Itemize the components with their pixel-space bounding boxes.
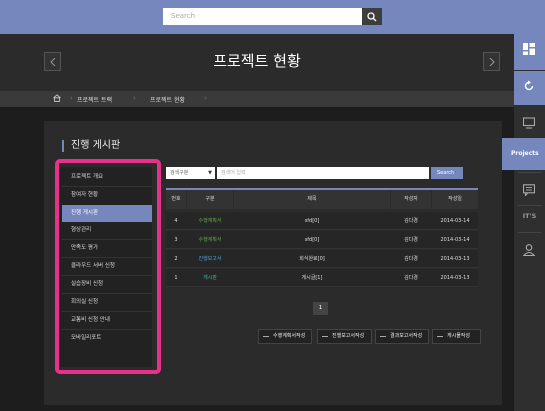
highlight-box [55, 159, 161, 374]
monitor-icon [523, 117, 535, 129]
chevron-right-icon [489, 58, 495, 66]
header-type: 구분 [205, 196, 215, 202]
cell-no: 3 [174, 237, 178, 243]
refresh-button[interactable] [514, 71, 545, 105]
breadcrumb-separator: › [70, 94, 73, 102]
cell-title-link[interactable]: 회식완료[0] [234, 250, 390, 268]
write-post-button[interactable]: 게시물작성 [432, 329, 481, 344]
cell-type: 진행보고서 [198, 256, 222, 262]
write-result-report-button[interactable]: 결과보고서작성 [375, 329, 429, 344]
projects-label: Projects [511, 150, 539, 157]
search-button[interactable] [362, 8, 382, 25]
prev-arrow-button[interactable] [44, 52, 61, 71]
message-button[interactable] [514, 175, 545, 207]
header-no: 번호 [171, 196, 181, 202]
message-icon [523, 184, 535, 196]
breadcrumb-item-status[interactable]: 프로젝트 현황 [150, 95, 185, 104]
write-plan-button[interactable]: 수행계획서작성 [258, 329, 312, 344]
header-date: 작성일 [448, 196, 462, 202]
dashboard-icon [523, 43, 535, 55]
page-button-current[interactable]: 1 [313, 302, 328, 315]
cell-no: 2 [174, 256, 178, 262]
cell-no: 4 [174, 218, 178, 224]
cell-title-link[interactable]: sfd[0] [234, 212, 390, 230]
board-title: 진행 게시판 [62, 140, 120, 152]
cell-type: 게시판 [203, 275, 217, 281]
home-icon[interactable] [53, 94, 61, 102]
refresh-icon [524, 80, 534, 91]
breadcrumb-separator: › [133, 94, 136, 102]
cell-author: 김다경 [404, 218, 418, 224]
cell-author: 김다경 [404, 256, 418, 262]
cell-title-link[interactable]: sfd[0] [234, 231, 390, 249]
page: Search 프로젝트 현황 › 프로젝트 트랙 › 프로젝트 현황 › Pro… [0, 0, 545, 411]
cell-date: 2014-03-13 [440, 256, 470, 262]
header-title: 제목 [307, 196, 317, 202]
search-type-select[interactable]: 검색구분 ▼ [166, 167, 215, 179]
search-type-value: 검색구분 [170, 170, 189, 176]
divider [518, 232, 541, 233]
monitor-button[interactable] [514, 108, 545, 140]
keyword-search-button[interactable]: Search [431, 167, 463, 179]
divider [518, 205, 541, 206]
its-link[interactable]: IT'S [514, 212, 545, 220]
user-button[interactable] [514, 235, 545, 267]
cell-date: 2014-03-14 [440, 218, 470, 224]
cell-author: 김다경 [404, 237, 418, 243]
keyword-input[interactable]: 검색어 입력 [217, 167, 429, 179]
breadcrumb-separator: › [204, 94, 207, 102]
search-icon [367, 12, 377, 22]
cell-type: 수행계획서 [198, 237, 222, 243]
next-arrow-button[interactable] [483, 52, 500, 71]
chevron-left-icon [50, 58, 56, 66]
search-input[interactable]: Search [163, 8, 362, 25]
cell-no: 1 [174, 275, 178, 281]
caret-down-icon: ▼ [208, 170, 212, 176]
dashboard-button[interactable] [514, 34, 545, 70]
page-title: 프로젝트 현황 [213, 52, 301, 70]
cell-author: 김다경 [404, 275, 418, 281]
user-icon [523, 244, 535, 256]
cell-type: 수행계획서 [198, 218, 222, 224]
cell-title-link[interactable]: 게시글[1] [234, 269, 390, 287]
write-progress-report-button[interactable]: 진행보고서작성 [317, 329, 372, 344]
breadcrumb-item-track[interactable]: 프로젝트 트랙 [77, 95, 112, 104]
cell-date: 2014-03-14 [440, 237, 470, 243]
cell-date: 2014-03-13 [440, 275, 470, 281]
header-author: 작성자 [404, 196, 418, 202]
divider [518, 172, 541, 173]
